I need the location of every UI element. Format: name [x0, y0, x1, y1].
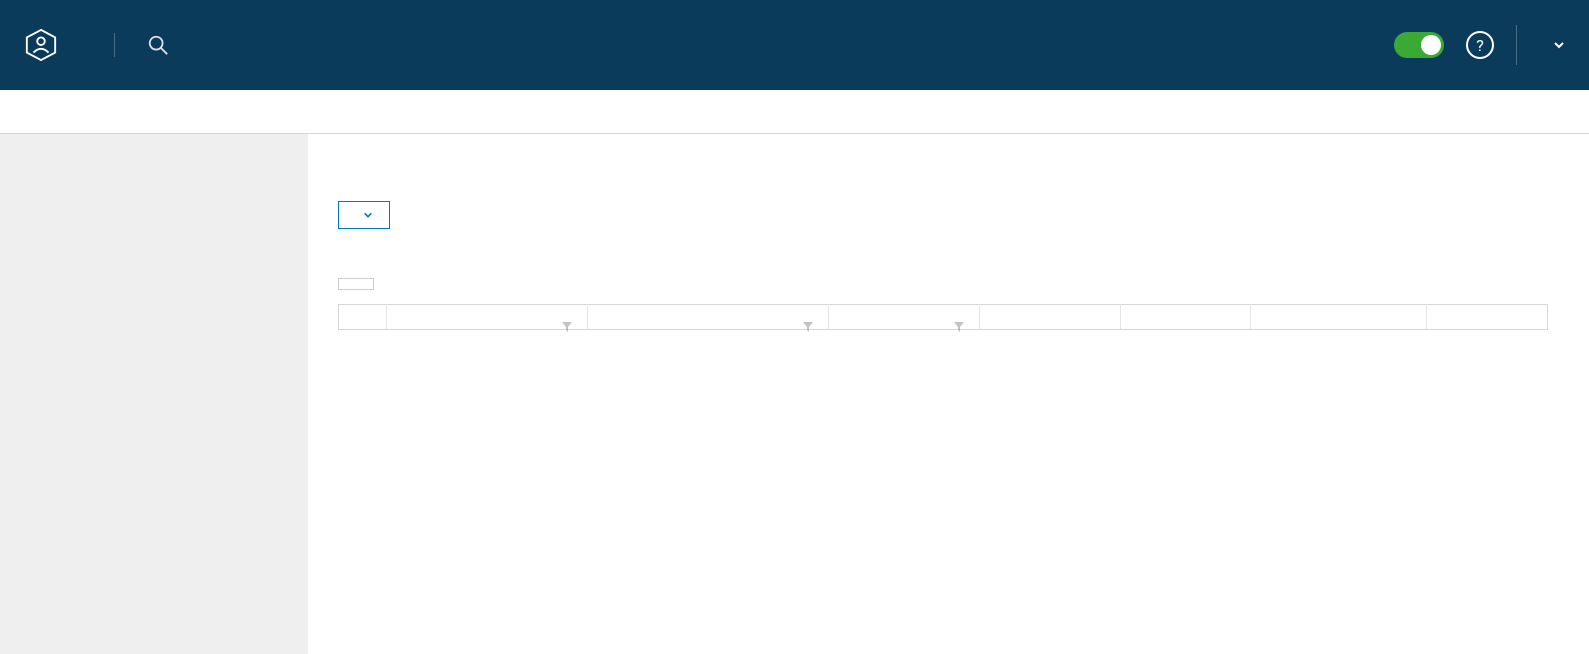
brand — [24, 28, 74, 62]
divider — [1516, 25, 1517, 65]
filter-icon[interactable] — [802, 321, 814, 333]
col-domains[interactable] — [829, 305, 980, 330]
help-icon[interactable]: ? — [1466, 31, 1494, 59]
directories-table — [338, 304, 1548, 330]
global-search — [114, 33, 1372, 57]
sync-button[interactable] — [338, 278, 374, 290]
primary-nav — [0, 90, 1589, 134]
search-input[interactable] — [185, 33, 785, 57]
brand-logo-icon — [24, 28, 58, 62]
col-select — [339, 305, 387, 330]
chevron-down-icon — [363, 210, 373, 220]
user-menu[interactable] — [1539, 39, 1565, 51]
main-content — [308, 134, 1589, 654]
filter-icon[interactable] — [953, 321, 965, 333]
header-right-controls: ? — [1372, 25, 1565, 65]
col-last-synced[interactable] — [1251, 305, 1427, 330]
col-alerts[interactable] — [1427, 305, 1548, 330]
col-directory-name[interactable] — [387, 305, 588, 330]
top-header: ? — [0, 0, 1589, 90]
page-layout — [0, 134, 1589, 654]
chevron-down-icon — [1553, 39, 1565, 51]
new-navigation-toggle[interactable] — [1394, 32, 1444, 58]
col-synced-groups[interactable] — [980, 305, 1121, 330]
add-directory-button[interactable] — [338, 201, 390, 229]
sidebar — [0, 134, 308, 654]
table-header-row — [339, 305, 1548, 330]
filter-icon[interactable] — [561, 321, 573, 333]
col-type[interactable] — [588, 305, 829, 330]
col-synced-users[interactable] — [1120, 305, 1251, 330]
search-icon — [147, 34, 169, 56]
